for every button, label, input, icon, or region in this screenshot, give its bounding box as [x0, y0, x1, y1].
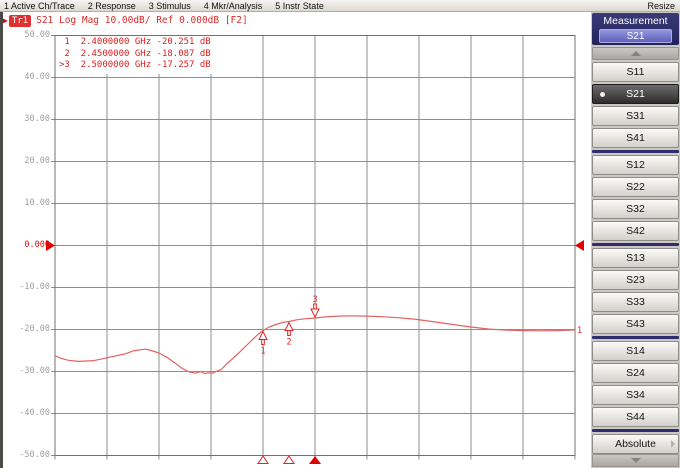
- sidebar-item-label: S41: [626, 132, 645, 144]
- sidebar-item-label: S31: [626, 110, 645, 122]
- sidebar-header: Measurement S21: [592, 13, 679, 45]
- sidebar-item-label: S33: [626, 296, 645, 308]
- sidebar-item-label: S23: [626, 274, 645, 286]
- sidebar-item-label: S14: [626, 345, 645, 357]
- sidebar-title: Measurement: [592, 13, 679, 27]
- sidebar-item-label: S42: [626, 225, 645, 237]
- sidebar-item-s12[interactable]: S12: [592, 155, 679, 175]
- active-marker-stimulus-triangle[interactable]: [309, 456, 321, 464]
- sidebar-item-s22[interactable]: S22: [592, 177, 679, 197]
- sidebar-item-s11[interactable]: S11: [592, 62, 679, 82]
- chevron-up-icon: [631, 51, 641, 56]
- sidebar-item-s32[interactable]: S32: [592, 199, 679, 219]
- softkey-sidebar: Measurement S21 S11 S21 S31 S41 S12 S22 S32 S42…: [591, 12, 680, 468]
- trace-format-text: S21 Log Mag 10.00dB/ Ref 0.000dB [F2]: [36, 15, 248, 26]
- selected-bullet-icon: [600, 92, 605, 97]
- sidebar-item-s44[interactable]: S44: [592, 407, 679, 427]
- sidebar-item-s23[interactable]: S23: [592, 270, 679, 290]
- marker-stimulus-triangle[interactable]: [258, 456, 268, 464]
- y-axis-label: -50.00: [4, 450, 50, 460]
- menu-item[interactable]: 4 Mkr/Analysis: [204, 1, 263, 11]
- vna-screen: 1 Active Ch/Trace 2 Response 3 Stimulus 4 M…: [0, 0, 680, 468]
- y-axis-label: 20.00: [4, 156, 50, 166]
- trace-number-badge[interactable]: Tr1: [9, 15, 31, 27]
- sidebar-item-absolute[interactable]: Absolute: [592, 434, 679, 454]
- marker-symbol[interactable]: [285, 322, 293, 330]
- sidebar-item-s34[interactable]: S34: [592, 385, 679, 405]
- marker-stimulus-triangle[interactable]: [284, 456, 294, 464]
- sidebar-item-label: S22: [626, 181, 645, 193]
- sidebar-item-label: S34: [626, 389, 645, 401]
- menu-bar: 1 Active Ch/Trace 2 Response 3 Stimulus 4 M…: [0, 0, 680, 12]
- window-left-edge: [0, 12, 3, 468]
- resize-button[interactable]: Resize: [647, 1, 680, 11]
- sidebar-item-s33[interactable]: S33: [592, 292, 679, 312]
- sidebar-item-s31[interactable]: S31: [592, 106, 679, 126]
- sidebar-item-s24[interactable]: S24: [592, 363, 679, 383]
- marker-readout-row: 2 2.4500000 GHz -18.087 dB: [59, 49, 211, 61]
- sidebar-item-s42[interactable]: S42: [592, 221, 679, 241]
- active-marker-symbol[interactable]: [311, 309, 319, 317]
- sidebar-selected-value: S21: [599, 29, 672, 43]
- marker-symbol-stem: [288, 330, 291, 335]
- sidebar-item-label: S43: [626, 318, 645, 330]
- active-marker-number-label: 3: [313, 295, 318, 305]
- marker-readout-row: >3 2.5000000 GHz -17.257 dB: [59, 60, 211, 72]
- menu-item[interactable]: 2 Response: [88, 1, 136, 11]
- marker-number-label: 2: [287, 337, 292, 347]
- marker-number-label: 1: [261, 347, 266, 357]
- sidebar-item-label: S24: [626, 367, 645, 379]
- sidebar-item-s21[interactable]: S21: [592, 84, 679, 104]
- sidebar-item-label: S44: [626, 411, 645, 423]
- scroll-down-button[interactable]: [592, 454, 679, 467]
- chevron-down-icon: [631, 458, 641, 463]
- y-axis-label: 40.00: [4, 72, 50, 82]
- sidebar-separator: [592, 336, 679, 339]
- chevron-right-icon: [671, 440, 675, 448]
- sidebar-item-label: S21: [626, 88, 645, 100]
- sidebar-buttons: S11 S21 S31 S41 S12 S22 S32 S42 S13 S23 S33 S43 S14 S…: [591, 62, 680, 427]
- sidebar-separator: [592, 429, 679, 432]
- marker-readout-row: 1 2.4000000 GHz -20.251 dB: [59, 37, 211, 49]
- sidebar-item-s43[interactable]: S43: [592, 314, 679, 334]
- y-axis-label: 50.00: [4, 30, 50, 40]
- sidebar-item-s14[interactable]: S14: [592, 341, 679, 361]
- menu-item[interactable]: 5 Instr State: [275, 1, 324, 11]
- y-axis-label: -30.00: [4, 366, 50, 376]
- menu-item[interactable]: 1 Active Ch/Trace: [4, 1, 75, 11]
- absolute-label: Absolute: [615, 438, 656, 450]
- sidebar-item-s41[interactable]: S41: [592, 128, 679, 148]
- y-axis-label: 10.00: [4, 198, 50, 208]
- marker-readout: 1 2.4000000 GHz -20.251 dB 2 2.4500000 G…: [57, 36, 215, 74]
- sidebar-item-label: S11: [627, 66, 645, 78]
- y-axis-label: -10.00: [4, 282, 50, 292]
- y-axis-label: 0.000: [4, 240, 50, 250]
- trace-end-label: 1: [577, 326, 582, 336]
- menu-item[interactable]: 3 Stimulus: [149, 1, 191, 11]
- sidebar-item-label: S32: [626, 203, 645, 215]
- sidebar-separator: [592, 243, 679, 246]
- sidebar-item-label: S13: [626, 252, 645, 264]
- active-trace-indicator-icon: ▶: [3, 13, 8, 28]
- y-axis-label: -20.00: [4, 324, 50, 334]
- y-axis-label: 30.00: [4, 114, 50, 124]
- menu-items: 1 Active Ch/Trace 2 Response 3 Stimulus 4 M…: [0, 1, 324, 11]
- sidebar-item-label: S12: [626, 159, 645, 171]
- marker-symbol-stem: [262, 340, 265, 345]
- y-axis-label: -40.00: [4, 408, 50, 418]
- scroll-up-button[interactable]: [592, 47, 679, 60]
- ref-level-arrow-right: [575, 240, 584, 251]
- sidebar-item-s13[interactable]: S13: [592, 248, 679, 268]
- sidebar-separator: [592, 150, 679, 153]
- trace-info-bar: ▶ Tr1 S21 Log Mag 10.00dB/ Ref 0.000dB […: [3, 13, 588, 28]
